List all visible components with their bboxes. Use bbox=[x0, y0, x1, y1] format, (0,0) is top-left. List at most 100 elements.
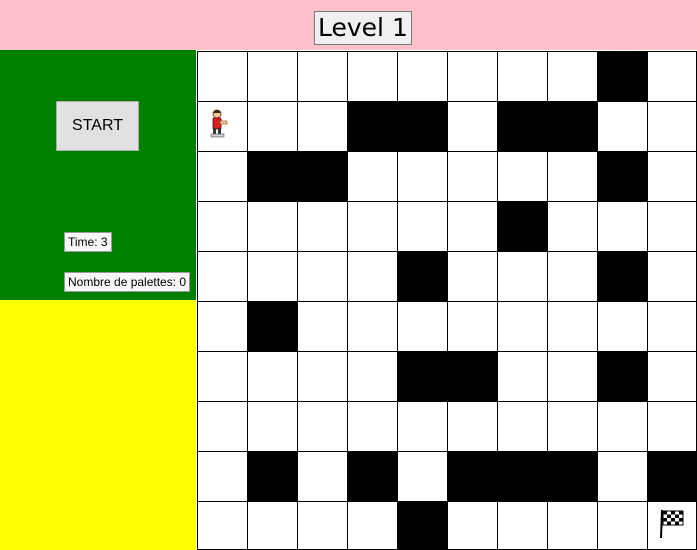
maze-wall-cell bbox=[347, 451, 397, 501]
maze-wall-cell bbox=[397, 501, 447, 550]
maze-wall-cell bbox=[597, 151, 647, 201]
maze-floor-cell bbox=[397, 201, 447, 251]
maze-wall-cell bbox=[647, 451, 697, 501]
maze-floor-cell bbox=[447, 251, 497, 301]
maze-floor-cell bbox=[647, 401, 697, 451]
maze-wall-cell bbox=[347, 101, 397, 151]
maze-floor-cell bbox=[197, 201, 247, 251]
maze-floor-cell bbox=[347, 201, 397, 251]
maze-floor-cell bbox=[397, 301, 447, 351]
maze-floor-cell bbox=[447, 201, 497, 251]
level-title: Level 1 bbox=[314, 11, 412, 45]
maze-floor-cell bbox=[297, 251, 347, 301]
maze-wall-cell bbox=[497, 451, 547, 501]
maze-wall-cell bbox=[547, 451, 597, 501]
maze-floor-cell bbox=[547, 201, 597, 251]
maze-floor-cell bbox=[447, 301, 497, 351]
maze-floor-cell bbox=[297, 401, 347, 451]
maze-floor-cell bbox=[297, 501, 347, 550]
maze-floor-cell bbox=[297, 51, 347, 101]
maze-wall-cell bbox=[247, 451, 297, 501]
maze-wall-cell bbox=[547, 101, 597, 151]
maze-floor-cell bbox=[197, 151, 247, 201]
maze-wall-cell bbox=[447, 451, 497, 501]
maze-floor-cell bbox=[297, 301, 347, 351]
maze-wall-cell bbox=[597, 51, 647, 101]
maze-floor-cell bbox=[647, 251, 697, 301]
maze-floor-cell bbox=[297, 201, 347, 251]
maze-floor-cell bbox=[647, 301, 697, 351]
maze-floor-cell bbox=[247, 251, 297, 301]
maze-floor-cell bbox=[547, 151, 597, 201]
maze-floor-cell bbox=[547, 351, 597, 401]
palettes-count-label: Nombre de palettes: 0 bbox=[64, 272, 191, 292]
maze-floor-cell bbox=[547, 301, 597, 351]
maze-floor-cell bbox=[297, 351, 347, 401]
maze-floor-cell bbox=[347, 151, 397, 201]
maze-floor-cell bbox=[447, 101, 497, 151]
control-panel: START Time: 3 Nombre de palettes: 0 bbox=[0, 50, 196, 300]
maze-floor-cell bbox=[447, 51, 497, 101]
maze-floor-cell bbox=[397, 401, 447, 451]
maze-floor-cell bbox=[547, 251, 597, 301]
maze-floor-cell bbox=[497, 351, 547, 401]
maze-board[interactable] bbox=[196, 50, 697, 550]
maze-floor-cell bbox=[497, 51, 547, 101]
maze-floor-cell bbox=[497, 401, 547, 451]
maze-floor-cell bbox=[347, 401, 397, 451]
maze-floor-cell bbox=[447, 501, 497, 550]
maze-floor-cell bbox=[497, 501, 547, 550]
level-header: Level 1 bbox=[0, 0, 697, 50]
maze-floor-cell bbox=[297, 451, 347, 501]
maze-floor-cell bbox=[397, 451, 447, 501]
maze-floor-cell bbox=[597, 501, 647, 550]
bottom-panel bbox=[0, 300, 196, 550]
maze-floor-cell bbox=[397, 51, 447, 101]
maze-floor-cell bbox=[347, 51, 397, 101]
maze-floor-cell bbox=[547, 51, 597, 101]
maze-floor-cell bbox=[297, 101, 347, 151]
maze-wall-cell bbox=[397, 251, 447, 301]
maze-floor-cell bbox=[197, 51, 247, 101]
maze-wall-cell bbox=[397, 101, 447, 151]
maze-floor-cell bbox=[497, 251, 547, 301]
maze-floor-cell bbox=[647, 201, 697, 251]
maze-wall-cell bbox=[497, 201, 547, 251]
maze-floor-cell bbox=[597, 101, 647, 151]
maze-floor-cell bbox=[197, 451, 247, 501]
maze-floor-cell bbox=[197, 251, 247, 301]
maze-floor-cell bbox=[497, 151, 547, 201]
maze-floor-cell bbox=[597, 401, 647, 451]
maze-floor-cell bbox=[247, 201, 297, 251]
maze-floor-cell bbox=[197, 501, 247, 550]
maze-floor-cell bbox=[247, 51, 297, 101]
maze-floor-cell bbox=[647, 51, 697, 101]
maze-wall-cell bbox=[447, 351, 497, 401]
maze-wall-cell bbox=[297, 151, 347, 201]
maze-floor-cell bbox=[447, 401, 497, 451]
maze-floor-cell bbox=[597, 451, 647, 501]
maze-floor-cell bbox=[247, 101, 297, 151]
maze-wall-cell bbox=[597, 251, 647, 301]
maze-floor-cell bbox=[647, 101, 697, 151]
maze-floor-cell bbox=[247, 351, 297, 401]
maze-floor-cell bbox=[347, 351, 397, 401]
player-icon bbox=[210, 109, 228, 138]
maze-floor-cell bbox=[547, 501, 597, 550]
maze-floor-cell bbox=[247, 501, 297, 550]
maze-wall-cell bbox=[247, 301, 297, 351]
checkered-flag-icon bbox=[660, 509, 684, 539]
maze-floor-cell bbox=[347, 251, 397, 301]
maze-floor-cell bbox=[447, 151, 497, 201]
maze-floor-cell bbox=[597, 201, 647, 251]
maze-wall-cell bbox=[397, 351, 447, 401]
maze-floor-cell bbox=[497, 301, 547, 351]
maze-floor-cell bbox=[197, 401, 247, 451]
maze-wall-cell bbox=[597, 351, 647, 401]
maze-floor-cell bbox=[347, 301, 397, 351]
maze-floor-cell bbox=[347, 501, 397, 550]
maze-wall-cell bbox=[247, 151, 297, 201]
time-label: Time: 3 bbox=[64, 232, 112, 252]
start-button[interactable]: START bbox=[56, 101, 139, 151]
maze-floor-cell bbox=[647, 351, 697, 401]
